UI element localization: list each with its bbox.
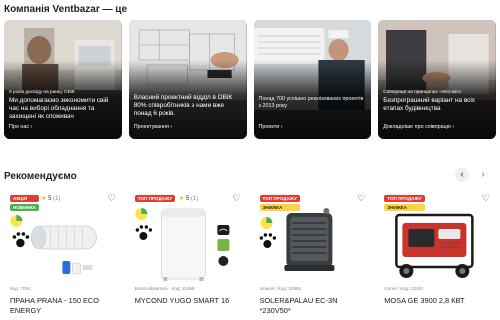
product-image xyxy=(10,215,97,275)
product-name[interactable]: MOSA GE 3900 2,8 КВТ xyxy=(384,296,492,306)
product-rating: ★ 5 (1) xyxy=(178,196,199,202)
company-card-projects[interactable]: Понад 700 успішно реалізованих проектів … xyxy=(253,20,372,139)
wifi-icon xyxy=(217,225,230,235)
star-icon: ★ xyxy=(41,196,47,202)
heart-icon[interactable]: ♡ xyxy=(357,193,365,204)
design-link[interactable]: Проектування › xyxy=(134,124,172,130)
product-carousel: АКЦІЯ НОВИНКА ★ 5 (1) ♡ Код: 7091 ПРАНА … xyxy=(4,191,496,320)
top-sale-badge: ТОП ПРОДАЖУ xyxy=(259,195,300,202)
product-card[interactable]: ТОП ПРОДАЖУ ЗНИЖКА ♡ Іспанія / Код: 1098… xyxy=(253,191,372,320)
company-cards: 9 років досвіду на ринку ОВіК Ми допомаг… xyxy=(4,20,496,139)
star-icon: ★ xyxy=(178,196,185,202)
product-sku: Код: 7091 xyxy=(10,286,31,291)
product-image xyxy=(135,208,230,281)
product-image xyxy=(395,213,474,278)
card-lead: Співпраця на принципах «Win-win» xyxy=(383,90,462,95)
paw-icon xyxy=(12,232,30,248)
discount-badge: ЗНИЖКА xyxy=(259,204,300,211)
card-text-2: 80% співробітників з нами вже понад 6 ро… xyxy=(133,102,225,117)
product-sku: Іспанія / Код: 10984 xyxy=(259,286,302,291)
company-section-title: Компанія Ventbazar — це xyxy=(4,4,128,15)
product-sku: Вологобувателі · Код: 11499 xyxy=(134,286,195,291)
heart-icon[interactable]: ♡ xyxy=(482,193,490,204)
chevron-right-icon[interactable]: › xyxy=(476,168,490,182)
cooperation-link[interactable]: Докладніше про співпрацю › xyxy=(383,124,454,130)
product-card[interactable]: ТОП ПРОДАЖУ ЗНИЖКА ♡ Італія / Код: 11592… xyxy=(378,191,496,320)
top-sale-badge: ТОП ПРОДАЖУ xyxy=(134,195,176,202)
product-name[interactable]: SOLER&PALAU EC-3N *230V50* xyxy=(260,296,368,316)
paw-icon xyxy=(259,233,276,248)
recommended-title: Рекомендуємо xyxy=(4,171,77,182)
heart-icon[interactable]: ♡ xyxy=(108,193,116,204)
chevron-left-icon[interactable]: ‹ xyxy=(455,168,469,182)
product-name[interactable]: MYCOND YUGO SMART 16 xyxy=(135,296,243,306)
android-icon xyxy=(217,239,230,251)
projects-link[interactable]: Проекти › xyxy=(259,124,283,130)
discount-badge: ЗНИЖКА xyxy=(384,204,425,211)
card-text: Ми допомагаємо зекономити свій час на ви… xyxy=(9,97,109,120)
apple-icon xyxy=(218,256,229,266)
product-image xyxy=(259,208,334,271)
promo-badge: АКЦІЯ xyxy=(10,195,39,202)
card-text: Безпрограшний варіант на всіх етапах буд… xyxy=(383,97,475,112)
product-sku: Італія / Код: 11592 xyxy=(384,286,423,291)
card-text: Понад 700 успішно реалізованих проектів … xyxy=(258,96,364,109)
company-card-cooperation[interactable]: Співпраця на принципах «Win-win» Безпрог… xyxy=(378,20,496,139)
product-card[interactable]: АКЦІЯ НОВИНКА ★ 5 (1) ♡ Код: 7091 ПРАНА … xyxy=(4,191,122,320)
product-rating: ★ 5 (1) xyxy=(41,196,61,202)
product-card[interactable]: ТОП ПРОДАЖУ ★ 5 (1) ♡ Вологобувателі · К… xyxy=(128,191,247,320)
top-sale-badge: ТОП ПРОДАЖУ xyxy=(384,195,425,202)
about-link[interactable]: Про нас › xyxy=(9,124,32,130)
company-card-design[interactable]: Власний проектний відділ в ОВіК 80% спів… xyxy=(128,20,247,139)
product-name[interactable]: ПРАНА PRANA - 150 ECO ENERGY xyxy=(10,296,118,316)
card-lead: 9 років досвіду на ринку ОВіК xyxy=(9,90,75,95)
heart-icon[interactable]: ♡ xyxy=(232,193,240,204)
paw-icon xyxy=(135,225,152,240)
company-card-experience[interactable]: 9 років досвіду на ринку ОВіК Ми допомаг… xyxy=(4,20,122,139)
new-badge: НОВИНКА xyxy=(10,204,39,211)
card-text: Власний проектний відділ в ОВіК xyxy=(133,94,233,101)
